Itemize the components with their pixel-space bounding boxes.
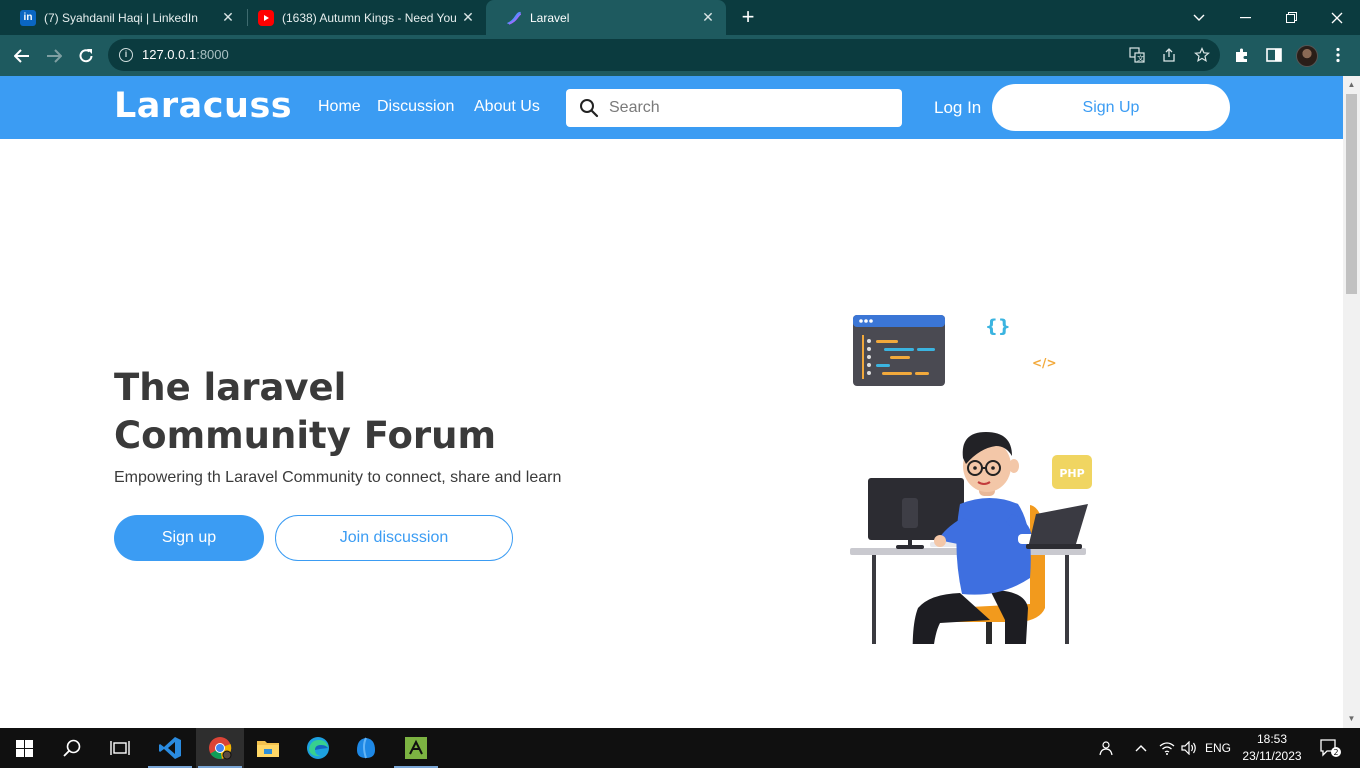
- tab-title: (7) Syahdanil Haqi | LinkedIn: [44, 10, 198, 25]
- youtube-icon: [258, 9, 274, 26]
- url-port: :8000: [196, 47, 229, 62]
- wifi-icon[interactable]: [1156, 728, 1178, 768]
- close-icon[interactable]: ✕: [220, 9, 236, 26]
- menu-kebab-icon[interactable]: [1328, 45, 1348, 65]
- hero-subtitle: Empowering th Laravel Community to conne…: [114, 469, 562, 486]
- nav-home-link[interactable]: Home: [318, 98, 361, 116]
- svg-text:文: 文: [1137, 54, 1144, 63]
- vscode-icon[interactable]: [146, 728, 194, 768]
- extensions-icon[interactable]: [1232, 45, 1252, 65]
- tab-youtube[interactable]: (1638) Autumn Kings - Need You ✕: [238, 0, 486, 35]
- side-panel-icon[interactable]: [1264, 45, 1284, 65]
- site-navbar: Laracuss Home Discussion About Us Log In…: [0, 76, 1343, 139]
- tab-title: (1638) Autumn Kings - Need You: [282, 10, 457, 25]
- edge-icon[interactable]: [294, 728, 342, 768]
- close-icon[interactable]: ✕: [700, 9, 716, 26]
- url-text[interactable]: 127.0.0.1:8000: [142, 47, 229, 62]
- bookmark-star-icon[interactable]: [1193, 46, 1211, 64]
- close-icon[interactable]: ✕: [460, 9, 476, 26]
- signup-button[interactable]: Sign up: [114, 515, 264, 561]
- nav-about-link[interactable]: About Us: [474, 98, 540, 116]
- translate-icon[interactable]: 文: [1128, 46, 1146, 64]
- hero-title-line-2: Community Forum: [114, 414, 497, 457]
- tab-laravel[interactable]: Laravel ✕: [486, 0, 726, 35]
- php-badge: PHP: [1052, 455, 1092, 489]
- restore-button[interactable]: [1268, 0, 1314, 35]
- laravel-icon: [506, 10, 522, 26]
- search-input[interactable]: [609, 89, 889, 127]
- notification-count: 2: [1333, 748, 1338, 757]
- site-info-icon[interactable]: i: [119, 48, 133, 62]
- nav-discussion-link[interactable]: Discussion: [377, 98, 454, 116]
- scroll-thumb[interactable]: [1346, 94, 1357, 294]
- scroll-up-arrow[interactable]: ▲: [1347, 80, 1356, 89]
- hero-title-line-1: The laravel: [114, 366, 347, 409]
- xampp-icon[interactable]: [392, 728, 440, 768]
- notification-center-icon[interactable]: 2: [1314, 728, 1346, 768]
- forward-button[interactable]: [41, 43, 67, 69]
- signup-nav-button[interactable]: Sign Up: [992, 84, 1230, 131]
- tab-search-icon[interactable]: [1176, 0, 1222, 35]
- new-tab-button[interactable]: +: [736, 5, 760, 29]
- browser-toolbar: i 127.0.0.1:8000 文: [0, 35, 1360, 76]
- chevron-up-icon[interactable]: [1130, 728, 1152, 768]
- start-icon[interactable]: [0, 728, 48, 768]
- tag-badge: </>: [1032, 356, 1057, 370]
- minimize-button[interactable]: [1222, 0, 1268, 35]
- login-link[interactable]: Log In: [934, 98, 981, 118]
- hero-title: The laravel Community Forum: [114, 364, 634, 460]
- taskbar-clock[interactable]: 18:53 23/11/2023: [1238, 731, 1306, 765]
- search-icon[interactable]: [48, 728, 96, 768]
- search-box[interactable]: [566, 89, 902, 127]
- site-logo[interactable]: Laracuss: [114, 86, 292, 126]
- developer-illustration: {} </> PHP: [850, 315, 1092, 644]
- svg-text:PHP: PHP: [1059, 467, 1084, 480]
- windows-taskbar: ENG 18:53 23/11/2023 2: [0, 728, 1360, 768]
- code-window-graphic: [853, 315, 945, 386]
- file-explorer-icon[interactable]: [244, 728, 292, 768]
- address-bar[interactable]: i 127.0.0.1:8000 文: [108, 39, 1220, 71]
- reload-button[interactable]: [73, 43, 99, 69]
- page-scrollbar[interactable]: ▲ ▼: [1343, 76, 1360, 728]
- app-icon[interactable]: [342, 728, 390, 768]
- task-view-icon[interactable]: [96, 728, 144, 768]
- scroll-down-arrow[interactable]: ▼: [1347, 714, 1356, 723]
- tab-linkedin[interactable]: in (7) Syahdanil Haqi | LinkedIn ✕: [0, 0, 246, 35]
- linkedin-icon: in: [20, 9, 36, 26]
- tab-title: Laravel: [530, 10, 570, 25]
- search-icon: [580, 99, 599, 118]
- language-indicator[interactable]: ENG: [1202, 728, 1234, 768]
- url-host: 127.0.0.1: [142, 47, 197, 62]
- clock-time: 18:53: [1256, 732, 1288, 746]
- chrome-icon[interactable]: [196, 728, 244, 768]
- clock-date: 23/11/2023: [1242, 749, 1302, 763]
- share-icon[interactable]: [1160, 46, 1178, 64]
- browser-tab-strip: in (7) Syahdanil Haqi | LinkedIn ✕ (1638…: [0, 0, 1360, 35]
- braces-badge: {}: [985, 316, 1011, 337]
- profile-avatar[interactable]: [1296, 45, 1318, 67]
- back-button[interactable]: [9, 43, 35, 69]
- join-discussion-button[interactable]: Join discussion: [275, 515, 513, 561]
- people-icon[interactable]: [1092, 728, 1118, 768]
- close-window-button[interactable]: [1314, 0, 1360, 35]
- volume-icon[interactable]: [1178, 728, 1200, 768]
- page-viewport: Laracuss Home Discussion About Us Log In…: [0, 76, 1343, 728]
